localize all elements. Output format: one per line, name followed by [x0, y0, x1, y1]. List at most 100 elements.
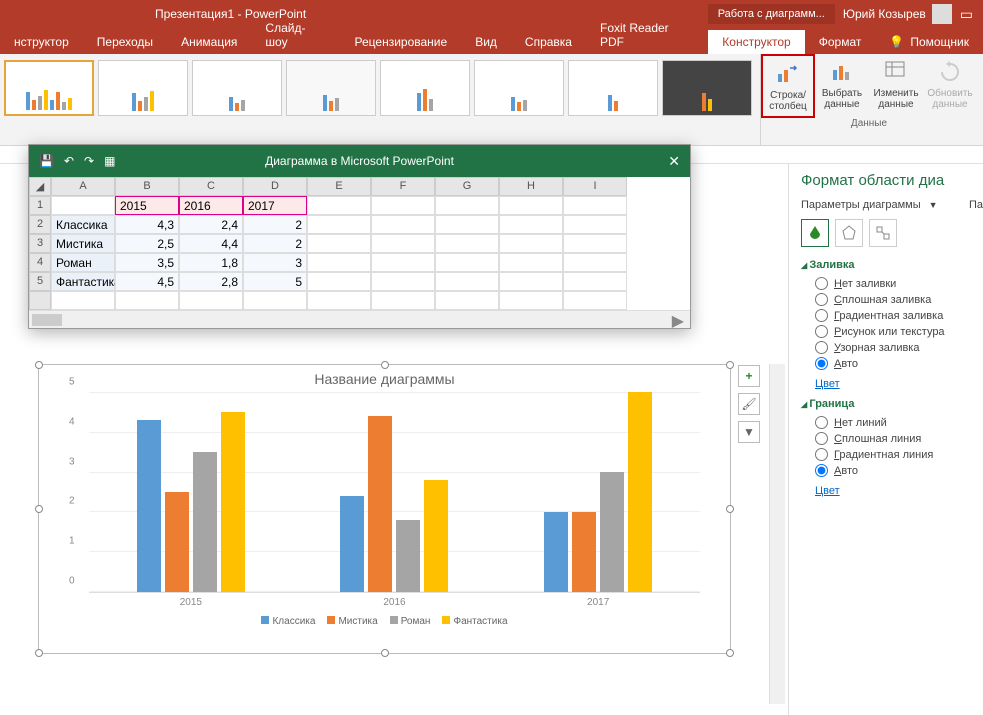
edit-data-button[interactable]: Изменить данные — [869, 54, 923, 118]
excel-icon[interactable]: ▦ — [104, 154, 115, 168]
bar[interactable] — [193, 452, 217, 592]
radio-input[interactable] — [815, 448, 828, 461]
cell[interactable] — [435, 253, 499, 272]
bar[interactable] — [340, 496, 364, 592]
slide-scrollbar[interactable] — [769, 364, 785, 704]
resize-handle[interactable] — [726, 649, 734, 657]
tab-help[interactable]: Справка — [511, 30, 586, 54]
cell[interactable] — [499, 234, 563, 253]
cell[interactable] — [307, 253, 371, 272]
tab-slideshow[interactable]: Слайд-шоу — [251, 16, 340, 54]
chart-styles-gallery[interactable] — [0, 54, 760, 145]
chart-legend[interactable]: Классика Мистика Роман Фантастика — [39, 616, 730, 627]
chart-style-2[interactable] — [98, 60, 188, 116]
cell[interactable]: 2017 — [243, 196, 307, 215]
fill-option[interactable]: Узорная заливка — [815, 341, 983, 354]
border-option[interactable]: Сплошная линия — [815, 432, 983, 445]
cell[interactable] — [563, 272, 627, 291]
redo-icon[interactable]: ↷ — [84, 154, 94, 168]
radio-input[interactable] — [815, 357, 828, 370]
cell[interactable]: 2015 — [115, 196, 179, 215]
radio-input[interactable] — [815, 432, 828, 445]
cell[interactable]: 2 — [243, 234, 307, 253]
col-header[interactable]: B — [115, 177, 179, 196]
cell[interactable] — [371, 215, 435, 234]
bar[interactable] — [572, 512, 596, 592]
bar[interactable] — [600, 472, 624, 592]
border-section[interactable]: Граница — [801, 398, 983, 410]
legend-item[interactable]: Мистика — [327, 616, 377, 627]
bar[interactable] — [137, 420, 161, 592]
col-header[interactable]: A — [51, 177, 115, 196]
resize-handle[interactable] — [35, 361, 43, 369]
row-header[interactable]: 3 — [29, 234, 51, 253]
cell[interactable] — [499, 196, 563, 215]
tab-designer[interactable]: нструктор — [0, 30, 83, 54]
chart-style-4[interactable] — [286, 60, 376, 116]
chevron-down-icon[interactable]: ▼ — [929, 200, 938, 210]
resize-handle[interactable] — [35, 505, 43, 513]
data-window-scrollbar[interactable]: ▶ — [29, 310, 690, 328]
chart-filters-button[interactable]: ▼ — [738, 421, 760, 443]
tab-foxit[interactable]: Foxit Reader PDF — [586, 16, 708, 54]
cell[interactable] — [563, 215, 627, 234]
cell[interactable] — [307, 291, 371, 310]
chart-style-5[interactable] — [380, 60, 470, 116]
data-window-titlebar[interactable]: 💾 ↶ ↷ ▦ Диаграмма в Microsoft PowerPoint… — [29, 145, 690, 177]
cell[interactable] — [435, 196, 499, 215]
cell[interactable] — [243, 291, 307, 310]
cell[interactable]: Роман — [51, 253, 115, 272]
tab-animations[interactable]: Анимация — [167, 30, 251, 54]
select-data-button[interactable]: Выбрать данные — [815, 54, 869, 118]
bar[interactable] — [544, 512, 568, 592]
row-header[interactable]: 4 — [29, 253, 51, 272]
cell[interactable]: 4,5 — [115, 272, 179, 291]
legend-item[interactable]: Фантастика — [442, 616, 507, 627]
border-option[interactable]: Градиентная линия — [815, 448, 983, 461]
cell[interactable] — [499, 253, 563, 272]
fill-color-link[interactable]: Цвет — [815, 378, 983, 390]
cell[interactable] — [371, 291, 435, 310]
cell[interactable] — [499, 215, 563, 234]
cell[interactable] — [435, 215, 499, 234]
row-header[interactable]: 5 — [29, 272, 51, 291]
select-all-cell[interactable]: ◢ — [29, 177, 51, 196]
chart-style-8[interactable] — [662, 60, 752, 116]
tab-review[interactable]: Рецензирование — [341, 30, 462, 54]
resize-handle[interactable] — [381, 361, 389, 369]
col-header[interactable]: H — [499, 177, 563, 196]
cell[interactable] — [115, 291, 179, 310]
border-option[interactable]: Нет линий — [815, 416, 983, 429]
row-header[interactable]: 2 — [29, 215, 51, 234]
cell[interactable] — [499, 291, 563, 310]
cell[interactable]: 3,5 — [115, 253, 179, 272]
cell[interactable]: 4,4 — [179, 234, 243, 253]
legend-item[interactable]: Классика — [261, 616, 315, 627]
close-icon[interactable]: ✕ — [668, 153, 680, 170]
cell[interactable]: 2 — [243, 215, 307, 234]
bar[interactable] — [424, 480, 448, 592]
col-header[interactable]: I — [563, 177, 627, 196]
col-header[interactable]: C — [179, 177, 243, 196]
fill-option[interactable]: Авто — [815, 357, 983, 370]
cell[interactable] — [563, 234, 627, 253]
cell[interactable] — [307, 196, 371, 215]
size-properties-tab[interactable] — [869, 219, 897, 247]
cell[interactable] — [563, 253, 627, 272]
bar[interactable] — [368, 416, 392, 592]
bar-group[interactable] — [340, 392, 448, 592]
radio-input[interactable] — [815, 309, 828, 322]
cell[interactable] — [51, 291, 115, 310]
fill-line-tab[interactable] — [801, 219, 829, 247]
cell[interactable]: 2,4 — [179, 215, 243, 234]
chart-style-1[interactable] — [4, 60, 94, 116]
cell[interactable]: 2,5 — [115, 234, 179, 253]
chart-data-window[interactable]: 💾 ↶ ↷ ▦ Диаграмма в Microsoft PowerPoint… — [28, 144, 691, 329]
resize-handle[interactable] — [381, 649, 389, 657]
save-icon[interactable]: 💾 — [39, 154, 54, 168]
bar[interactable] — [396, 520, 420, 592]
bar-group[interactable] — [544, 392, 652, 592]
legend-item[interactable]: Роман — [390, 616, 431, 627]
cell[interactable] — [435, 272, 499, 291]
cell[interactable] — [435, 291, 499, 310]
